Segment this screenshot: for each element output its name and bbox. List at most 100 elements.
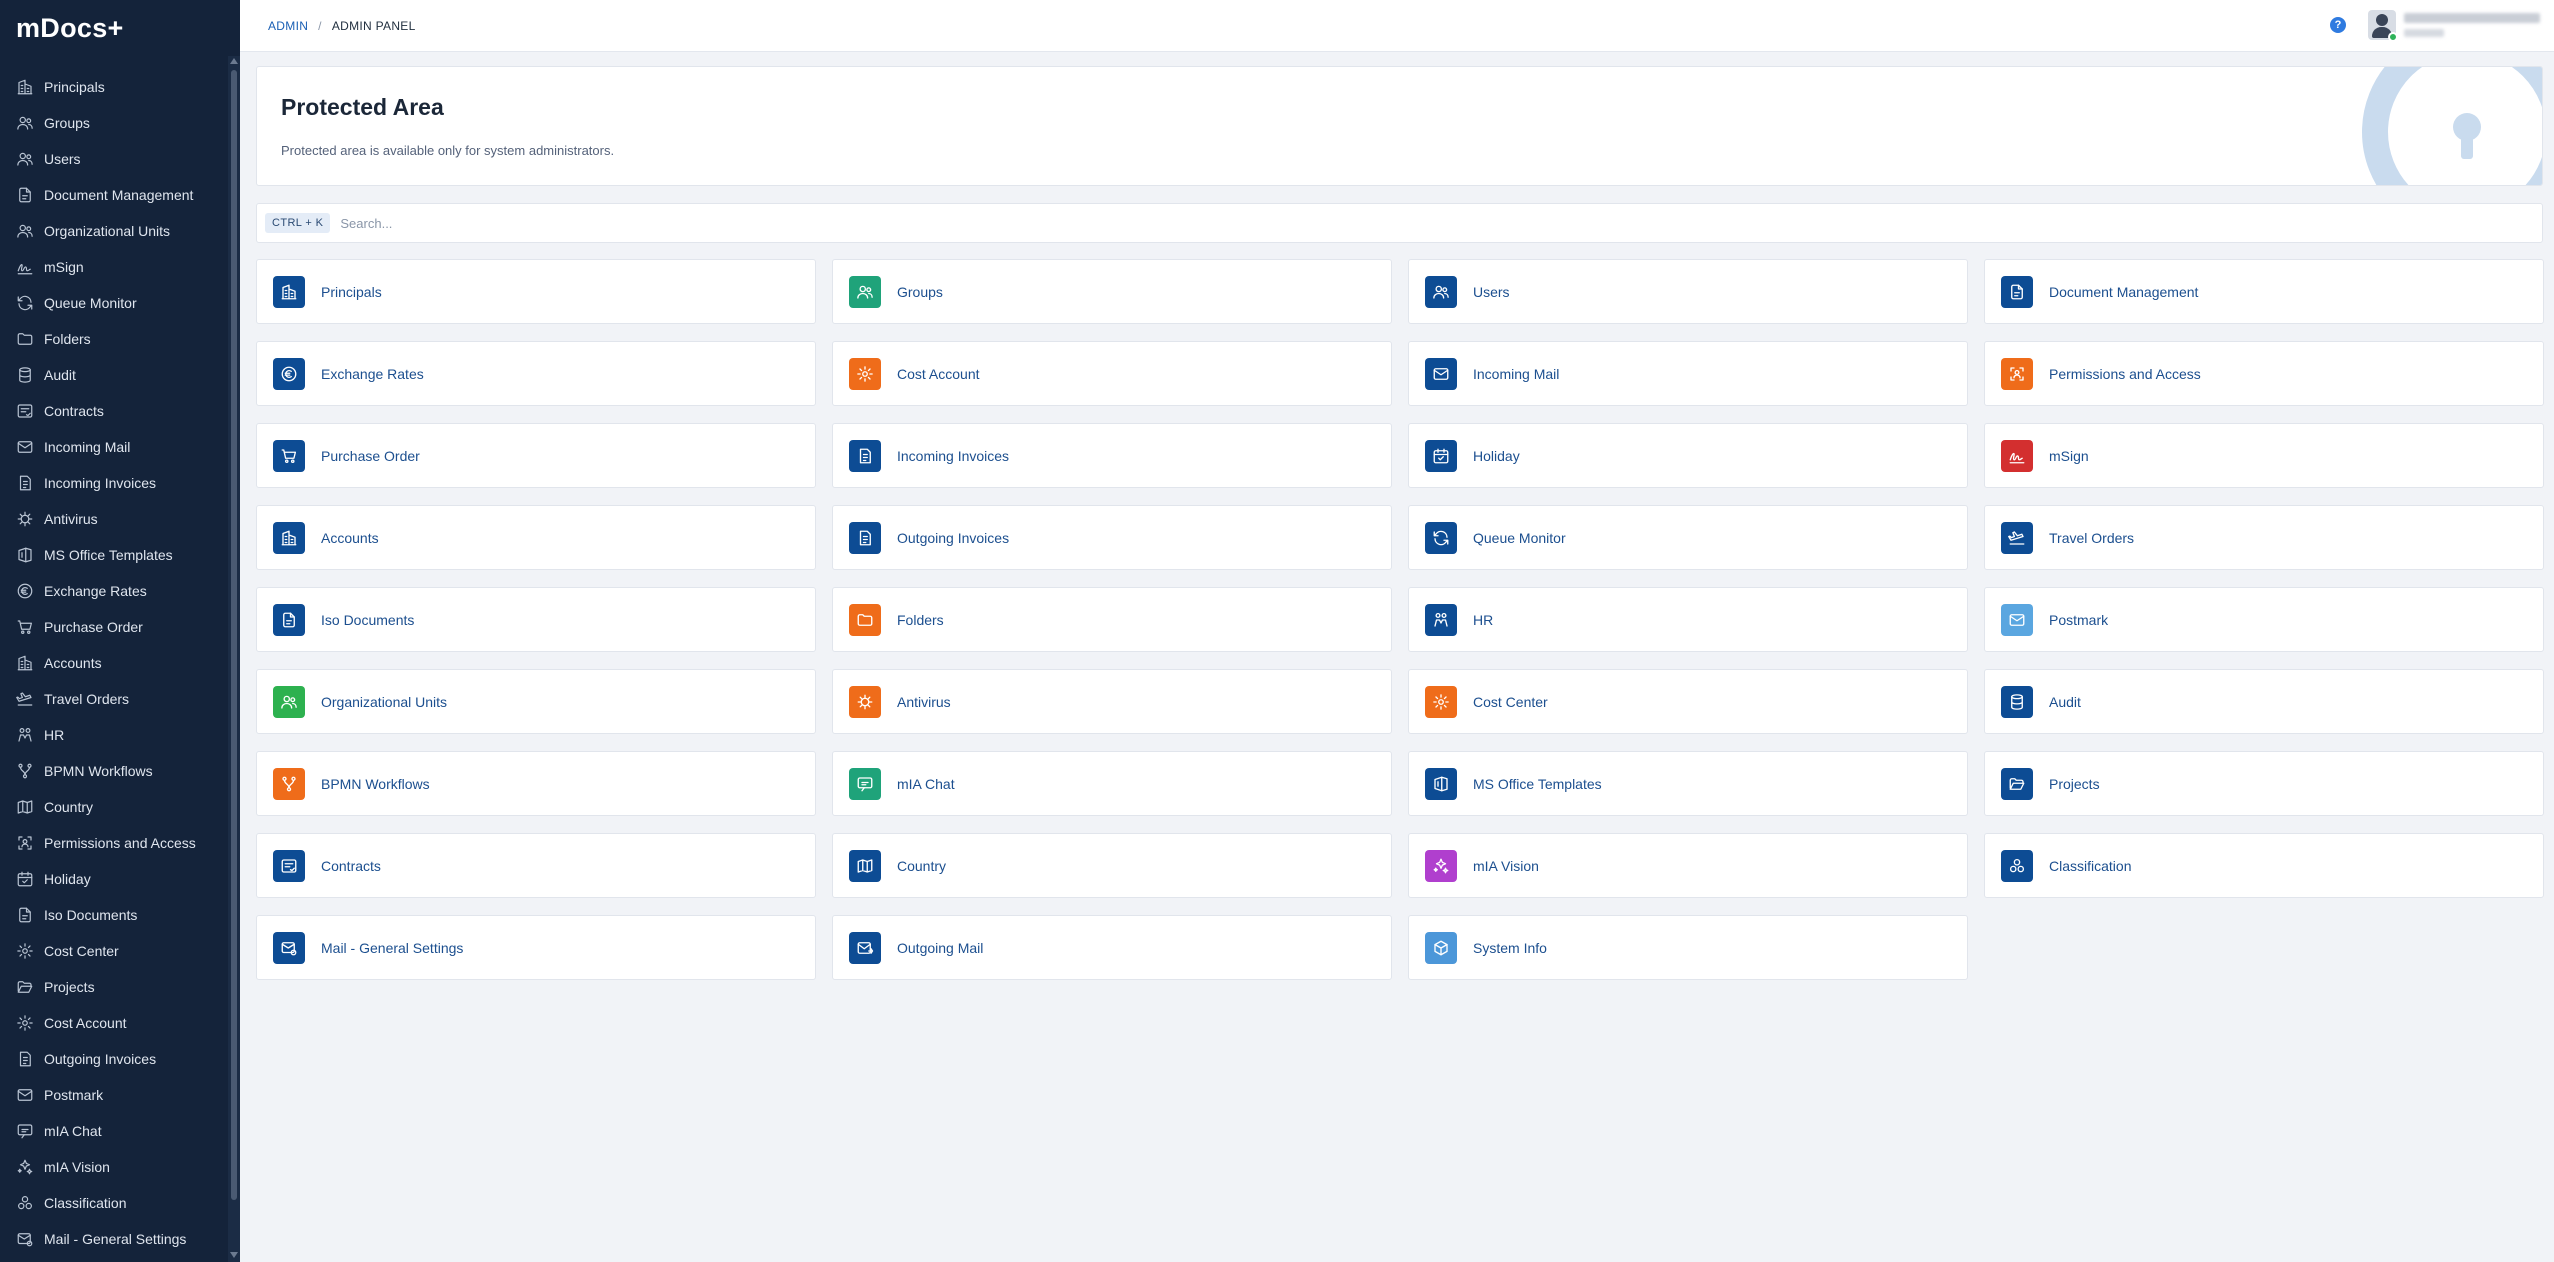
tile-projects[interactable]: Projects bbox=[1984, 751, 2544, 816]
sidebar-item-accounts[interactable]: Accounts bbox=[0, 645, 228, 681]
sidebar-item-msign[interactable]: mSign bbox=[0, 249, 228, 285]
tile-postmark[interactable]: Postmark bbox=[1984, 587, 2544, 652]
sidebar-item-label: Incoming Mail bbox=[44, 439, 131, 455]
tile-users[interactable]: Users bbox=[1408, 259, 1968, 324]
help-icon[interactable]: ? bbox=[2330, 17, 2346, 33]
sidebar-item-queue-monitor[interactable]: Queue Monitor bbox=[0, 285, 228, 321]
sidebar-item-country[interactable]: Country bbox=[0, 789, 228, 825]
tile-incoming-mail[interactable]: Incoming Mail bbox=[1408, 341, 1968, 406]
tile-travel-orders[interactable]: Travel Orders bbox=[1984, 505, 2544, 570]
tile-queue-monitor[interactable]: Queue Monitor bbox=[1408, 505, 1968, 570]
tile-mia-vision[interactable]: mIA Vision bbox=[1408, 833, 1968, 898]
sidebar-item-label: Projects bbox=[44, 979, 95, 995]
tile-label: Country bbox=[897, 857, 947, 874]
tile-classification[interactable]: Classification bbox=[1984, 833, 2544, 898]
tile-cost-account[interactable]: Cost Account bbox=[832, 341, 1392, 406]
brand-logo[interactable]: mDocs+ bbox=[0, 0, 240, 56]
tile-groups[interactable]: Groups bbox=[832, 259, 1392, 324]
tile-ms-office-templates[interactable]: MS Office Templates bbox=[1408, 751, 1968, 816]
office-icon bbox=[1425, 767, 1457, 800]
tile-principals[interactable]: Principals bbox=[256, 259, 816, 324]
tile-permissions-and-access[interactable]: Permissions and Access bbox=[1984, 341, 2544, 406]
virus-icon bbox=[849, 685, 881, 718]
tile-msign[interactable]: mSign bbox=[1984, 423, 2544, 488]
tile-purchase-order[interactable]: Purchase Order bbox=[256, 423, 816, 488]
tile-folders[interactable]: Folders bbox=[832, 587, 1392, 652]
sidebar-item-postmark[interactable]: Postmark bbox=[0, 1077, 228, 1113]
sidebar-item-hr[interactable]: HR bbox=[0, 717, 228, 753]
sidebar-item-label: BPMN Workflows bbox=[44, 763, 153, 779]
sidebar-item-label: Queue Monitor bbox=[44, 295, 137, 311]
sidebar-item-organizational-units[interactable]: Organizational Units bbox=[0, 213, 228, 249]
tile-cost-center[interactable]: Cost Center bbox=[1408, 669, 1968, 734]
sidebar-item-label: Exchange Rates bbox=[44, 583, 147, 599]
tile-system-info[interactable]: System Info bbox=[1408, 915, 1968, 980]
sidebar-item-projects[interactable]: Projects bbox=[0, 969, 228, 1005]
sidebar-item-incoming-invoices[interactable]: Incoming Invoices bbox=[0, 465, 228, 501]
sidebar-item-exchange-rates[interactable]: Exchange Rates bbox=[0, 573, 228, 609]
sidebar-item-cost-account[interactable]: Cost Account bbox=[0, 1005, 228, 1041]
sidebar-item-antivirus[interactable]: Antivirus bbox=[0, 501, 228, 537]
users-icon bbox=[16, 150, 34, 168]
tile-exchange-rates[interactable]: Exchange Rates bbox=[256, 341, 816, 406]
sidebar-item-outgoing-invoices[interactable]: Outgoing Invoices bbox=[0, 1041, 228, 1077]
sidebar-scrollbar[interactable] bbox=[228, 56, 240, 1262]
sidebar-item-cost-center[interactable]: Cost Center bbox=[0, 933, 228, 969]
users-icon bbox=[1425, 275, 1457, 308]
tile-outgoing-mail[interactable]: Outgoing Mail bbox=[832, 915, 1392, 980]
avatar[interactable] bbox=[2368, 10, 2398, 42]
tile-contracts[interactable]: Contracts bbox=[256, 833, 816, 898]
sidebar-item-iso-documents[interactable]: Iso Documents bbox=[0, 897, 228, 933]
tile-accounts[interactable]: Accounts bbox=[256, 505, 816, 570]
sidebar-item-label: Users bbox=[44, 151, 81, 167]
tile-hr[interactable]: HR bbox=[1408, 587, 1968, 652]
sidebar-item-label: Cost Center bbox=[44, 943, 119, 959]
tile-mail-general-settings[interactable]: Mail - General Settings bbox=[256, 915, 816, 980]
sidebar-item-contracts[interactable]: Contracts bbox=[0, 393, 228, 429]
sidebar-item-audit[interactable]: Audit bbox=[0, 357, 228, 393]
scroll-down-arrow[interactable] bbox=[230, 1252, 238, 1258]
currency-icon bbox=[16, 582, 34, 600]
avatar-head bbox=[2376, 14, 2388, 26]
tile-mia-chat[interactable]: mIA Chat bbox=[832, 751, 1392, 816]
building-icon bbox=[273, 521, 305, 554]
plane-icon bbox=[2001, 521, 2033, 554]
sidebar-item-label: Classification bbox=[44, 1195, 127, 1211]
tile-iso-documents[interactable]: Iso Documents bbox=[256, 587, 816, 652]
tile-document-management[interactable]: Document Management bbox=[1984, 259, 2544, 324]
scroll-up-arrow[interactable] bbox=[230, 58, 238, 64]
tile-incoming-invoices[interactable]: Incoming Invoices bbox=[832, 423, 1392, 488]
tile-audit[interactable]: Audit bbox=[1984, 669, 2544, 734]
sidebar-item-principals[interactable]: Principals bbox=[0, 69, 228, 105]
sidebar-item-document-management[interactable]: Document Management bbox=[0, 177, 228, 213]
breadcrumb-admin-link[interactable]: ADMIN bbox=[268, 19, 308, 33]
sidebar-item-label: Groups bbox=[44, 115, 90, 131]
sidebar-item-travel-orders[interactable]: Travel Orders bbox=[0, 681, 228, 717]
tile-antivirus[interactable]: Antivirus bbox=[832, 669, 1392, 734]
search-input[interactable] bbox=[340, 215, 2341, 231]
sidebar-item-purchase-order[interactable]: Purchase Order bbox=[0, 609, 228, 645]
sidebar-item-mia-chat[interactable]: mIA Chat bbox=[0, 1113, 228, 1149]
tile-organizational-units[interactable]: Organizational Units bbox=[256, 669, 816, 734]
tile-country[interactable]: Country bbox=[832, 833, 1392, 898]
admin-modules-grid: Principals Groups Users Document Management… bbox=[256, 259, 2544, 980]
sidebar-item-mia-vision[interactable]: mIA Vision bbox=[0, 1149, 228, 1185]
sidebar-item-groups[interactable]: Groups bbox=[0, 105, 228, 141]
sidebar-item-bpmn-workflows[interactable]: BPMN Workflows bbox=[0, 753, 228, 789]
sidebar-item-permissions-and-access[interactable]: Permissions and Access bbox=[0, 825, 228, 861]
sidebar-item-holiday[interactable]: Holiday bbox=[0, 861, 228, 897]
tile-bpmn-workflows[interactable]: BPMN Workflows bbox=[256, 751, 816, 816]
sidebar-item-folders[interactable]: Folders bbox=[0, 321, 228, 357]
tile-outgoing-invoices[interactable]: Outgoing Invoices bbox=[832, 505, 1392, 570]
tile-holiday[interactable]: Holiday bbox=[1408, 423, 1968, 488]
sidebar-item-users[interactable]: Users bbox=[0, 141, 228, 177]
user-menu[interactable] bbox=[2404, 13, 2544, 37]
invoice-icon bbox=[849, 439, 881, 472]
sidebar-item-ms-office-templates[interactable]: MS Office Templates bbox=[0, 537, 228, 573]
sidebar-item-classification[interactable]: Classification bbox=[0, 1185, 228, 1221]
sidebar-item-incoming-mail[interactable]: Incoming Mail bbox=[0, 429, 228, 465]
scrollbar-thumb[interactable] bbox=[231, 70, 237, 1200]
sidebar-item-mail-general-settings[interactable]: Mail - General Settings bbox=[0, 1221, 228, 1257]
mail-gear-icon bbox=[16, 1230, 34, 1248]
mail-icon bbox=[16, 438, 34, 456]
